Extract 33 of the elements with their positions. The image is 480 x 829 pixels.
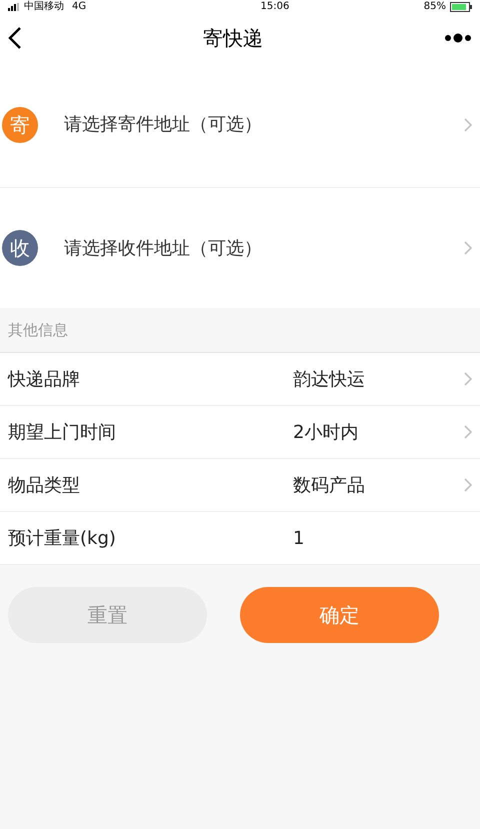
picker-value: 2小时内 [293, 420, 360, 444]
field-label: 物品类型 [8, 474, 81, 498]
address-row[interactable]: 收 请选择收件地址（可选） [0, 188, 480, 308]
address-row[interactable]: 寄 请选择寄件地址（可选） [0, 62, 480, 188]
more-icon[interactable] [444, 33, 472, 43]
address-badge: 寄 [2, 106, 38, 142]
chevron-right-icon [464, 118, 472, 132]
form-row[interactable]: 物品类型 数码产品 [0, 459, 480, 512]
input-field[interactable]: 1 [293, 524, 464, 552]
form-row[interactable]: 快递品牌 韵达快运 [0, 353, 480, 406]
address-placeholder: 请选择收件地址（可选） [64, 236, 263, 260]
chevron-right-icon [464, 478, 472, 492]
time-text: 15:06 [260, 2, 290, 12]
field-label: 快递品牌 [8, 368, 81, 392]
picker-value: 数码产品 [293, 474, 366, 498]
carrier-text: 中国移动 [24, 2, 64, 12]
signal-icon [8, 3, 20, 11]
address-placeholder: 请选择寄件地址（可选） [64, 113, 263, 137]
field-label: 期望上门时间 [8, 420, 117, 444]
battery-icon [450, 2, 472, 12]
picker-value: 韵达快运 [293, 368, 366, 392]
chevron-right-icon [464, 372, 472, 386]
form-row[interactable]: 期望上门时间 2小时内 [0, 406, 480, 459]
page-title: 寄快递 [203, 25, 263, 52]
battery-text: 85% [424, 2, 446, 12]
network-text: 4G [72, 2, 86, 12]
section-title: 其他信息 [8, 320, 68, 341]
chevron-right-icon [464, 241, 472, 255]
address-badge: 收 [2, 230, 38, 266]
field-label: 预计重量(kg) [8, 526, 117, 550]
form-row[interactable]: 预计重量(kg) 1 [0, 512, 480, 565]
chevron-right-icon [464, 425, 472, 439]
back-icon[interactable] [8, 26, 22, 50]
